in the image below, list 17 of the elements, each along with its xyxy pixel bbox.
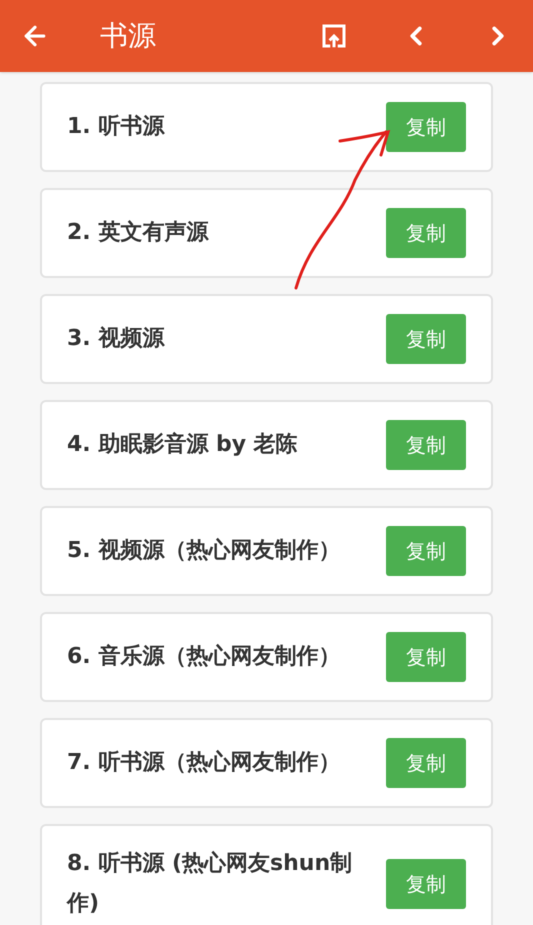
copy-button[interactable]: 复制 xyxy=(386,738,466,788)
copy-button[interactable]: 复制 xyxy=(386,420,466,470)
source-name: 4. 助眠影音源 by 老陈 xyxy=(67,430,299,459)
copy-button[interactable]: 复制 xyxy=(386,208,466,258)
source-name: 5. 视频源（热心网友制作） xyxy=(67,536,342,565)
source-name: 1. 听书源 xyxy=(67,113,166,141)
copy-button[interactable]: 复制 xyxy=(386,526,466,576)
source-name: 3. 视频源 xyxy=(67,325,166,353)
copy-button[interactable]: 复制 xyxy=(386,314,466,364)
source-name: 6. 音乐源（热心网友制作） xyxy=(67,642,342,671)
copy-button[interactable]: 复制 xyxy=(386,859,466,909)
source-name: 7. 听书源（热心网友制作） xyxy=(67,748,342,777)
copy-button[interactable]: 复制 xyxy=(386,632,466,682)
page-title: 书源 xyxy=(100,18,156,54)
copy-button[interactable]: 复制 xyxy=(386,102,466,152)
source-name: 2. 英文有声源 xyxy=(67,219,210,247)
source-name: 8. 听书源 (热心网友shun制作) xyxy=(67,850,354,918)
